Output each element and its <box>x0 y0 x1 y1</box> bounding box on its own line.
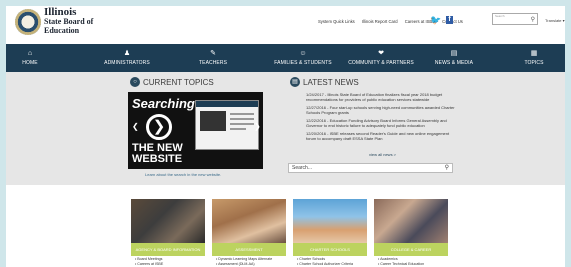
site-logo[interactable]: Illinois State Board of Education <box>44 6 94 36</box>
card-link-list: Academics Career Technical Education <box>378 257 424 266</box>
news-item[interactable]: 12/22/2016 - Education Funding Advisory … <box>298 118 458 128</box>
header-search-label: Search <box>495 14 505 18</box>
logo-line-1: Illinois <box>44 6 77 18</box>
latest-news-title: LATEST NEWS <box>303 78 359 87</box>
card-photo <box>212 199 286 243</box>
slide-subheadline: THE NEW WEBSITE <box>132 143 183 165</box>
facebook-icon[interactable]: f <box>446 16 453 24</box>
twitter-icon[interactable]: 🐦 <box>430 15 441 26</box>
carousel-next-icon[interactable]: ❯ <box>254 122 261 131</box>
family-icon: ☺ <box>299 50 307 57</box>
card-link[interactable]: Board Meetings <box>135 257 163 262</box>
card-link[interactable]: Career Technical Education <box>378 262 424 267</box>
newspaper-icon: ▤ <box>290 77 300 87</box>
nav-item-label: TOPICS <box>524 60 544 66</box>
card-link-list: Charter Schools Charter School Authorize… <box>297 257 353 266</box>
handshake-icon: ❤ <box>378 50 384 57</box>
view-all-news-link[interactable]: view all news > <box>369 152 396 157</box>
search-icon[interactable]: ⚲ <box>531 16 535 23</box>
card-photo <box>131 199 205 243</box>
slide-caption-link[interactable]: Learn about the search in the new websit… <box>145 172 221 177</box>
nav-item-families-students[interactable]: ☺ FAMILIES & STUDENTS <box>264 44 342 72</box>
card-title[interactable]: COLLEGE & CAREER <box>374 243 448 256</box>
nav-item-teachers[interactable]: ✎ TEACHERS <box>192 44 234 72</box>
current-topics-title: CURRENT TOPICS <box>143 78 214 87</box>
card-link-list: Board Meetings Careers at ISBE <box>135 257 163 266</box>
translate-label: Translate <box>545 18 562 23</box>
main-nav: ⌂ HOME ♟ ADMINISTRATORS ✎ TEACHERS ☺ FAM… <box>6 44 565 72</box>
logo-line-3: Education <box>44 26 80 35</box>
card-link[interactable]: Charter School Authorizer Criteria <box>297 262 353 267</box>
card-assessment[interactable]: ASSESSMENT Dynamic Learning Maps Alterna… <box>212 199 286 267</box>
nav-item-label: TEACHERS <box>198 60 228 66</box>
top-link-quick-links[interactable]: System Quick Links <box>318 19 355 24</box>
slide-headline: Searching <box>132 96 195 111</box>
category-cards: AGENCY & BOARD INFORMATION Board Meeting… <box>6 185 565 267</box>
nav-item-community-partners[interactable]: ❤ COMMUNITY & PARTNERS <box>342 44 420 72</box>
nav-item-label: FAMILIES & STUDENTS <box>274 60 332 66</box>
nav-item-label: ADMINISTRATORS <box>104 60 150 66</box>
card-college-career[interactable]: COLLEGE & CAREER Academics Career Techni… <box>374 199 448 267</box>
nav-item-topics[interactable]: ▦ TOPICS <box>516 44 552 72</box>
teacher-icon: ✎ <box>210 50 216 57</box>
logo-line-2: State Board of <box>44 17 94 26</box>
play-arrow-icon[interactable]: ❯ <box>146 114 172 140</box>
card-charter-schools[interactable]: CHARTER SCHOOLS Charter Schools Charter … <box>293 199 367 267</box>
card-link[interactable]: Dynamic Learning Maps Alternate <box>216 257 272 262</box>
topics-carousel-slide[interactable]: Searching ❯ THE NEW WEBSITE <box>128 92 263 169</box>
card-title[interactable]: AGENCY & BOARD INFORMATION <box>131 243 205 256</box>
slide-line-3: WEBSITE <box>132 153 183 165</box>
nav-item-label: HOME <box>22 60 38 66</box>
card-link[interactable]: Assessment (DLM-AA) <box>216 262 272 267</box>
person-icon: ♟ <box>123 50 131 57</box>
news-item[interactable]: 12/20/2016 - ISBE releases second Reader… <box>298 131 458 141</box>
nav-item-news-media[interactable]: ▤ NEWS & MEDIA <box>430 44 478 72</box>
state-seal-logo[interactable] <box>15 9 41 35</box>
news-search-input[interactable]: Search... ⚲ <box>288 163 453 173</box>
search-icon[interactable]: ⚲ <box>445 164 449 171</box>
nav-item-home[interactable]: ⌂ HOME <box>12 44 48 72</box>
nav-item-administrators[interactable]: ♟ ADMINISTRATORS <box>96 44 158 72</box>
card-title[interactable]: CHARTER SCHOOLS <box>293 243 367 256</box>
grid-icon: ▦ <box>530 50 538 57</box>
nav-item-label: NEWS & MEDIA <box>434 60 474 66</box>
card-photo <box>293 199 367 243</box>
top-link-report-card[interactable]: Illinois Report Card <box>362 19 398 24</box>
news-icon: ▤ <box>450 50 458 57</box>
card-photo <box>374 199 448 243</box>
card-agency-board[interactable]: AGENCY & BOARD INFORMATION Board Meeting… <box>131 199 205 267</box>
home-icon: ⌂ <box>27 50 33 57</box>
browser-page: Illinois State Board of Education System… <box>6 6 565 267</box>
carousel-prev-icon[interactable]: ❮ <box>132 122 139 131</box>
website-screenshot-image <box>195 100 259 150</box>
news-list: 1/24/2017 - Illinois State Board of Educ… <box>298 92 458 144</box>
news-item[interactable]: 1/24/2017 - Illinois State Board of Educ… <box>298 92 458 102</box>
card-link[interactable]: Careers at ISBE <box>135 262 163 267</box>
nav-item-label: COMMUNITY & PARTNERS <box>348 60 414 66</box>
card-link-list: Dynamic Learning Maps Alternate Assessme… <box>216 257 272 266</box>
site-header: Illinois State Board of Education System… <box>6 6 565 44</box>
card-title[interactable]: ASSESSMENT <box>212 243 286 256</box>
header-search-input[interactable]: Search ⚲ <box>492 13 538 25</box>
lightbulb-icon: ○ <box>130 77 140 87</box>
news-item[interactable]: 12/27/2016 - Four start-up schools servi… <box>298 105 458 115</box>
news-search-placeholder: Search... <box>292 165 313 171</box>
main-content: ○ CURRENT TOPICS Searching ❯ THE NEW WEB… <box>6 72 565 191</box>
translate-link[interactable]: Translate ▾ <box>545 18 565 23</box>
